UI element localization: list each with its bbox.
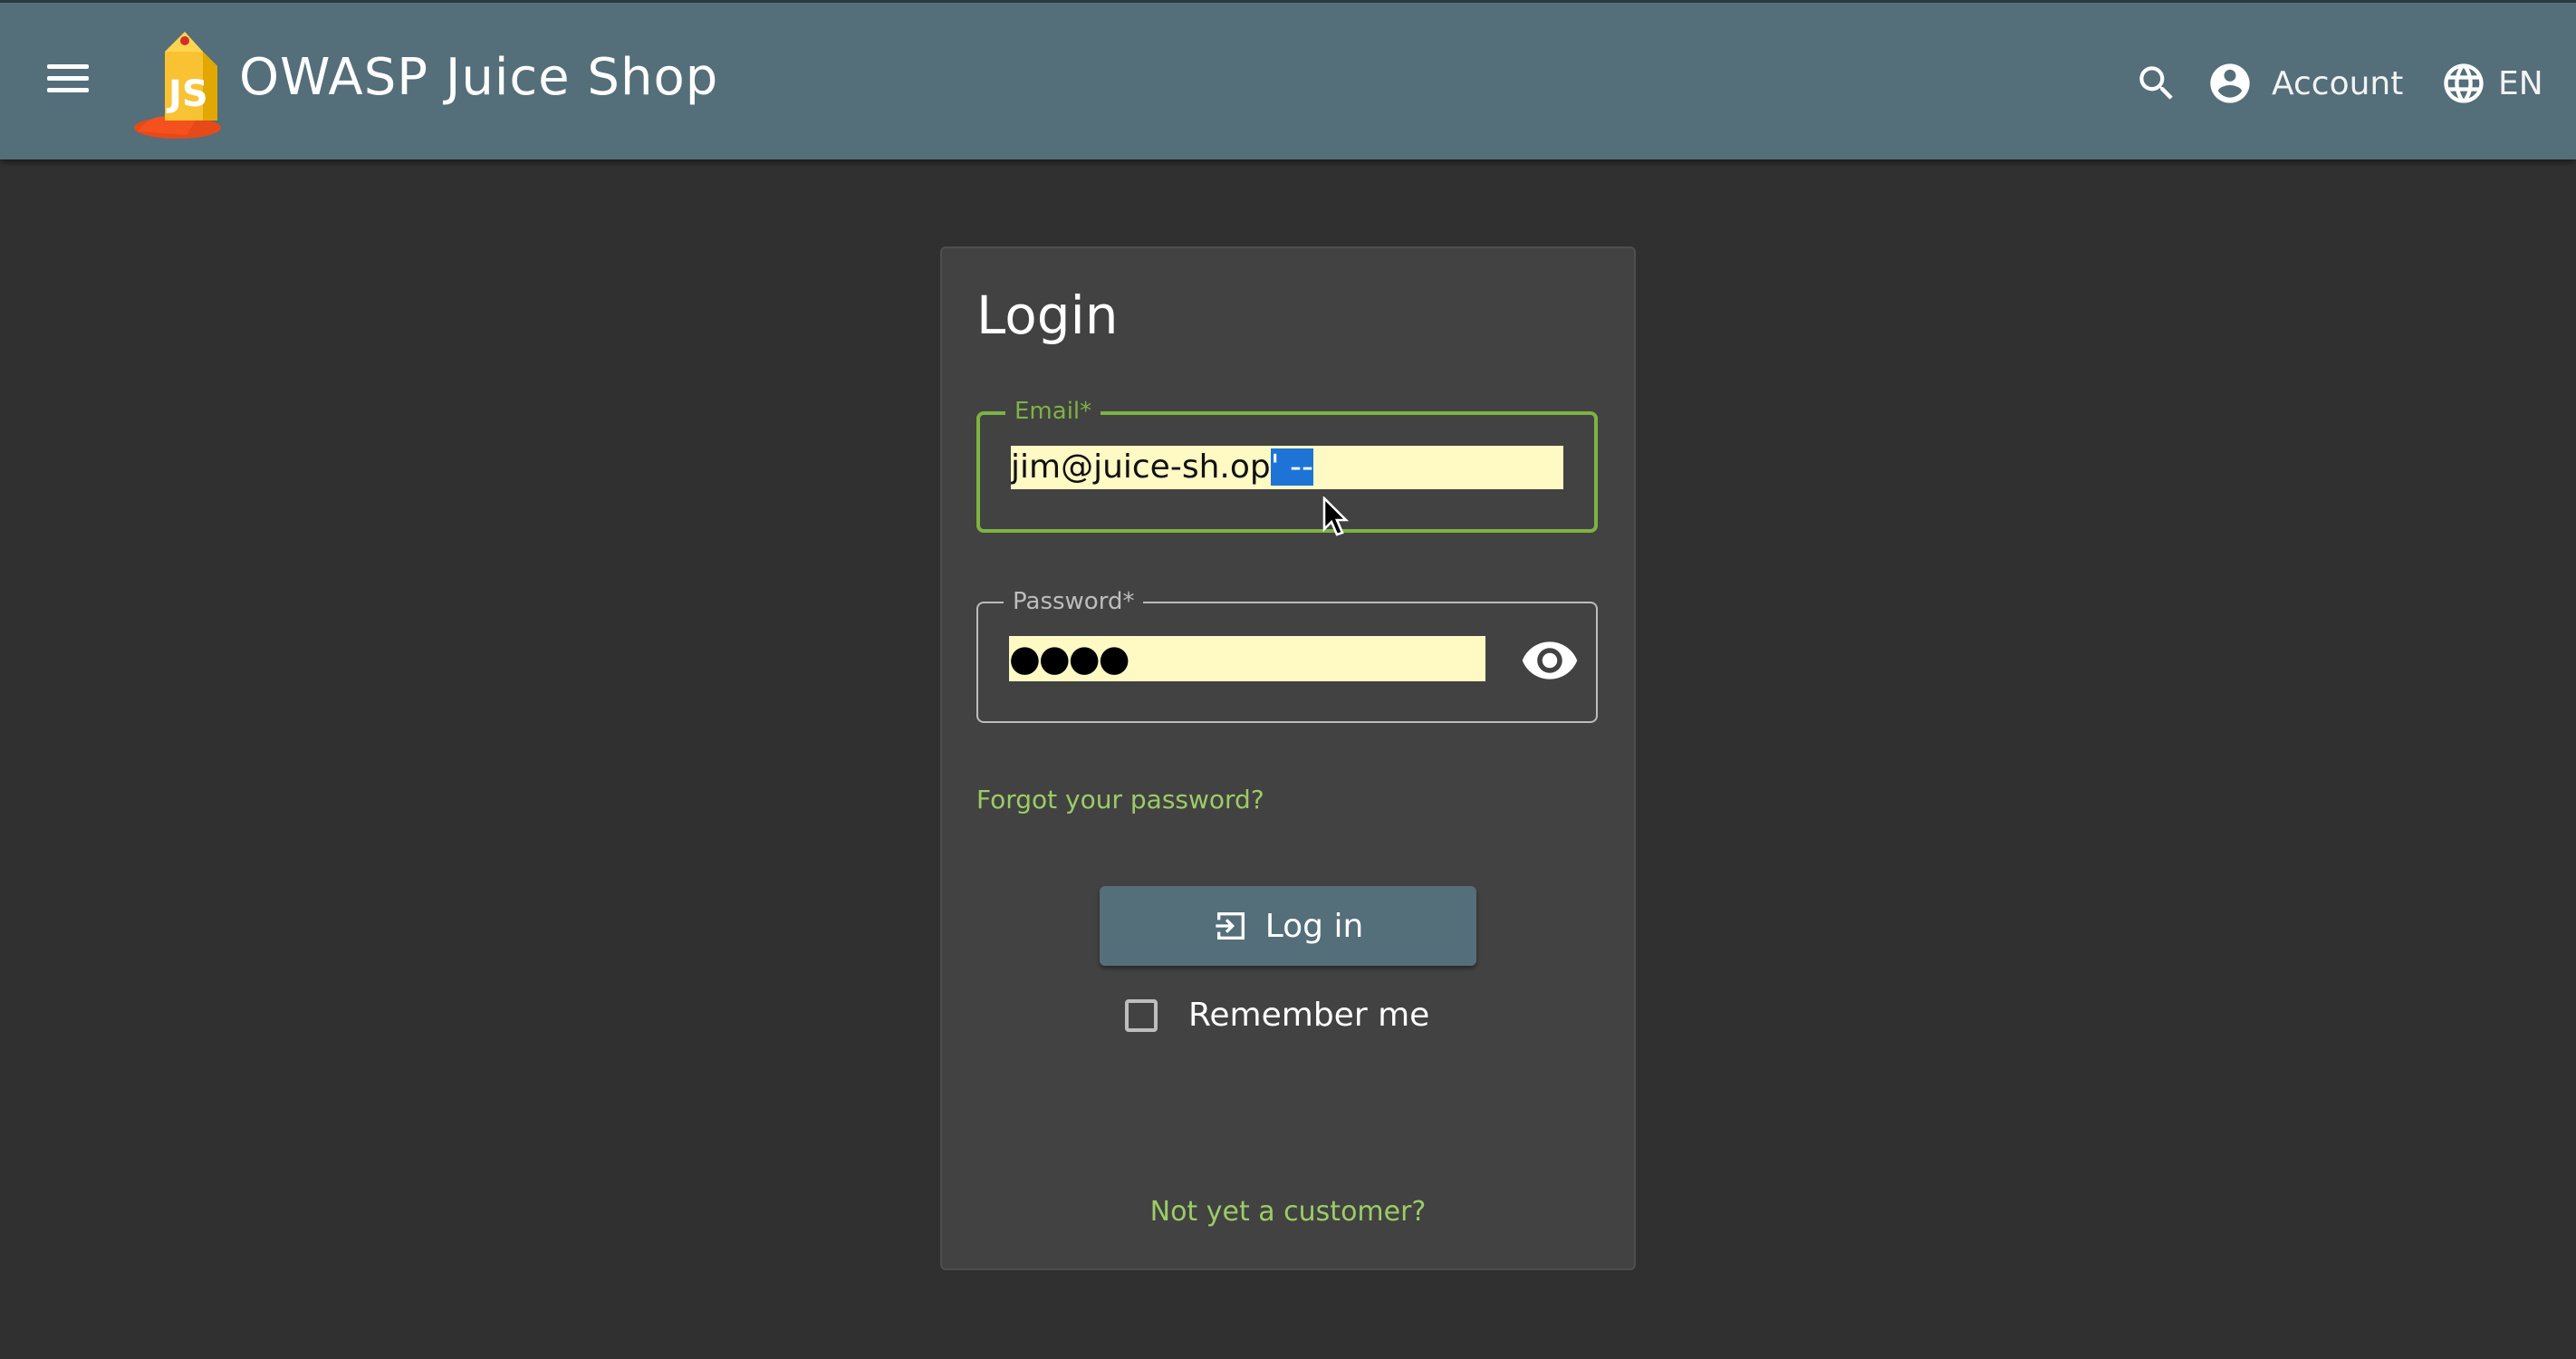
language-globe-icon <box>2444 63 2484 103</box>
remember-me-checkbox[interactable]: Remember me <box>1125 997 1429 1034</box>
email-label: Email* <box>1005 398 1101 425</box>
search-icon[interactable] <box>2134 61 2179 106</box>
login-button-label: Log in <box>1264 907 1364 945</box>
language-label: EN <box>2498 64 2543 102</box>
mouse-cursor-icon <box>1322 496 1350 536</box>
password-label: Password* <box>1004 588 1144 615</box>
login-button[interactable]: Log in <box>1100 886 1476 966</box>
app-title[interactable]: OWASP Juice Shop <box>239 48 718 107</box>
login-card: Login Email* jim@juice-sh.op' -- Passwor… <box>940 246 1636 1270</box>
account-circle-icon <box>2210 63 2250 103</box>
language-menu-button[interactable]: EN <box>2440 55 2543 111</box>
login-arrow-icon <box>1216 912 1245 940</box>
menu-icon[interactable] <box>40 57 96 108</box>
password-field: Password* ●●●● <box>976 588 1598 723</box>
email-input[interactable]: jim@juice-sh.op' -- <box>1011 446 1563 489</box>
account-label: Account <box>2272 64 2404 102</box>
top-toolbar: JS OWASP Juice Shop Account EN <box>0 0 2576 159</box>
password-input[interactable]: ●●●● <box>1009 636 1485 681</box>
email-value: jim@juice-sh.op <box>1011 448 1271 486</box>
remember-me-label: Remember me <box>1188 997 1430 1034</box>
email-selected-text: ' -- <box>1270 448 1314 486</box>
forgot-password-link[interactable]: Forgot your password? <box>976 785 1264 814</box>
checkbox-box[interactable] <box>1125 998 1158 1032</box>
register-link[interactable]: Not yet a customer? <box>942 1196 1634 1228</box>
eye-icon[interactable] <box>1516 631 1583 690</box>
juice-shop-logo[interactable]: JS <box>132 26 239 142</box>
svg-text:JS: JS <box>166 73 208 115</box>
email-field: Email* jim@juice-sh.op' -- <box>976 398 1598 533</box>
account-menu-button[interactable]: Account <box>2206 55 2403 111</box>
page-title: Login <box>976 284 1119 346</box>
